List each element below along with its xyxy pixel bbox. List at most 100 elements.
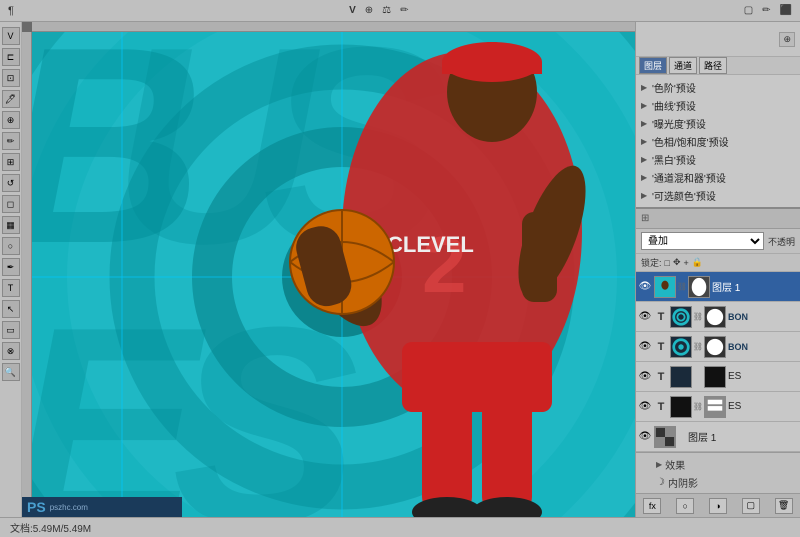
status-doc-info: 文档:5.49M/5.49M [10, 520, 91, 535]
new-fill-layer-button[interactable]: ◑ [709, 498, 727, 514]
layer-type-T-5: T [654, 401, 668, 413]
new-layer-button[interactable]: ▢ [742, 498, 760, 514]
layer-mask-5 [704, 396, 726, 418]
tab-layers[interactable]: 图层 [639, 57, 667, 74]
tool-type[interactable]: T [2, 279, 20, 297]
inner-shadow-label: 内阴影 [668, 475, 698, 490]
adj-arrow-exposure: ▶ [641, 119, 649, 128]
delete-layer-button[interactable]: 🗑 [775, 498, 793, 514]
adj-item-channel-mixer[interactable]: ▶ '通道混和器'预设 [636, 168, 800, 186]
fx-button[interactable]: fx [643, 498, 661, 514]
tool-eyedrop[interactable]: 🖊 [2, 90, 20, 108]
adj-item-levels[interactable]: ▶ '色阶'预设 [636, 78, 800, 96]
inner-shadow-icon: ☽ [656, 477, 665, 488]
tool-v[interactable]: V [346, 5, 359, 16]
adj-arrow-selective-color: ▶ [641, 191, 649, 200]
new-layer-icon: ▢ [747, 500, 756, 511]
lock-move[interactable]: ✥ [673, 257, 681, 268]
adj-item-exposure[interactable]: ▶ '曝光度'预设 [636, 114, 800, 132]
add-layer-mask-button[interactable]: ○ [676, 498, 694, 514]
tab-paths[interactable]: 路径 [699, 57, 727, 74]
adj-label-channel-mixer: '通道混和器'预设 [652, 170, 726, 185]
layer-mask-3 [704, 336, 726, 358]
app-container: ¶ V ⊕ ⚖ ✏ ▢ ✏ ⬛ V ⊏ ⊡ 🖊 ⊕ ✏ ⊞ ↺ ◻ ▦ ○ ✒ [0, 0, 800, 537]
new-fill-icon: ◑ [715, 501, 720, 511]
tool-crop[interactable]: ⊡ [2, 69, 20, 87]
top-toolbar: ¶ V ⊕ ⚖ ✏ ▢ ✏ ⬛ [0, 0, 800, 22]
effects-section: ▶ 效果 ☽ 内阴影 [636, 452, 800, 493]
layer-eye-6[interactable]: 👁 [638, 430, 652, 444]
panel-toggle[interactable]: ¶ [5, 5, 17, 17]
ps-logo: PS pszhc.com [22, 497, 182, 517]
layer-item-1[interactable]: 👁 ⛓ 图层 1 [636, 272, 800, 302]
adj-arrow-levels: ▶ [641, 83, 649, 92]
fx-icon: fx [649, 501, 656, 511]
blend-mode-select[interactable]: 叠加 [641, 232, 764, 250]
layer-item-5[interactable]: 👁 T ⛓ ES [636, 392, 800, 422]
lock-padlock[interactable]: 🔒 [692, 257, 703, 268]
tool-zoom[interactable]: 🔍 [2, 363, 20, 381]
tool-3d[interactable]: ⊗ [2, 342, 20, 360]
tool-eraser[interactable]: ◻ [2, 195, 20, 213]
tab-channels[interactable]: 通道 [669, 57, 697, 74]
tool-pen[interactable]: ✒ [2, 258, 20, 276]
layer-eye-1[interactable]: 👁 [638, 280, 652, 294]
layer-eye-5[interactable]: 👁 [638, 400, 652, 414]
tool-scale[interactable]: ⚖ [379, 5, 394, 16]
tool-path[interactable]: ↖ [2, 300, 20, 318]
adj-arrow-channel-mixer: ▶ [641, 173, 649, 182]
artwork-svg: B U S E S 2 [32, 32, 635, 517]
main-area: V ⊏ ⊡ 🖊 ⊕ ✏ ⊞ ↺ ◻ ▦ ○ ✒ T ↖ ▭ ⊗ 🔍 [0, 22, 800, 517]
layer-thumb-5 [670, 396, 692, 418]
adj-arrow-hue: ▶ [641, 137, 649, 146]
layer-mask-1 [688, 276, 710, 298]
tool-lasso[interactable]: ⊏ [2, 48, 20, 66]
tool-heal[interactable]: ⊕ [2, 111, 20, 129]
view-edit[interactable]: ✏ [759, 5, 773, 16]
layer-item-4[interactable]: 👁 T ES [636, 362, 800, 392]
adj-item-bw[interactable]: ▶ '黑白'预设 [636, 150, 800, 168]
lock-plus[interactable]: + [684, 258, 689, 268]
tool-gradient[interactable]: ▦ [2, 216, 20, 234]
layer-thumb-3 [670, 336, 692, 358]
layer-name-3: BON [728, 342, 798, 352]
layer-chain-2: ⛓ [694, 312, 702, 321]
panel-divider: ⊞ [636, 209, 800, 229]
tab-icon-adj[interactable]: ⊕ [779, 32, 795, 47]
tool-dodge[interactable]: ○ [2, 237, 20, 255]
ps-subtitle-text: pszhc.com [50, 503, 88, 512]
opacity-label: 不透明 [768, 235, 795, 248]
view-square[interactable]: ▢ [741, 5, 756, 16]
adj-arrow-bw: ▶ [641, 155, 649, 164]
tool-target[interactable]: ⊕ [362, 5, 376, 16]
layer-eye-4[interactable]: 👁 [638, 370, 652, 384]
adj-label-exposure: '曝光度'预设 [652, 116, 706, 131]
tool-history[interactable]: ↺ [2, 174, 20, 192]
layer-item-2[interactable]: 👁 T ⛓ BON [636, 302, 800, 332]
layer-eye-3[interactable]: 👁 [638, 340, 652, 354]
layer-mask-2 [704, 306, 726, 328]
adj-item-hue[interactable]: ▶ '色相/饱和度'预设 [636, 132, 800, 150]
lock-checkbox[interactable]: □ [665, 258, 670, 268]
view-fill[interactable]: ⬛ [777, 5, 795, 16]
effect-inner-shadow[interactable]: ☽ 内阴影 [641, 473, 795, 491]
layer-name-6: 图层 1 [688, 429, 798, 444]
layer-eye-2[interactable]: 👁 [638, 310, 652, 324]
tool-select[interactable]: V [2, 27, 20, 45]
layer-item-3[interactable]: 👁 T ⛓ BON [636, 332, 800, 362]
divider-icon: ⊞ [641, 213, 649, 224]
tool-brush[interactable]: ✏ [2, 132, 20, 150]
effects-arrow: ▶ [656, 460, 662, 469]
ps-brand-text: PS [27, 499, 46, 515]
layer-type-T-3: T [654, 341, 668, 353]
status-bar: 文档:5.49M/5.49M [0, 517, 800, 537]
layer-name-1: 图层 1 [712, 279, 798, 294]
ruler-top [32, 22, 635, 32]
tool-stamp[interactable]: ⊞ [2, 153, 20, 171]
adj-label-selective-color: '可选颜色'预设 [652, 188, 716, 203]
layer-item-6[interactable]: 👁 图层 1 [636, 422, 800, 452]
tool-shape[interactable]: ▭ [2, 321, 20, 339]
adj-item-curves[interactable]: ▶ '曲线'预设 [636, 96, 800, 114]
adj-item-selective-color[interactable]: ▶ '可选颜色'预设 [636, 186, 800, 204]
tool-pen[interactable]: ✏ [397, 5, 411, 16]
